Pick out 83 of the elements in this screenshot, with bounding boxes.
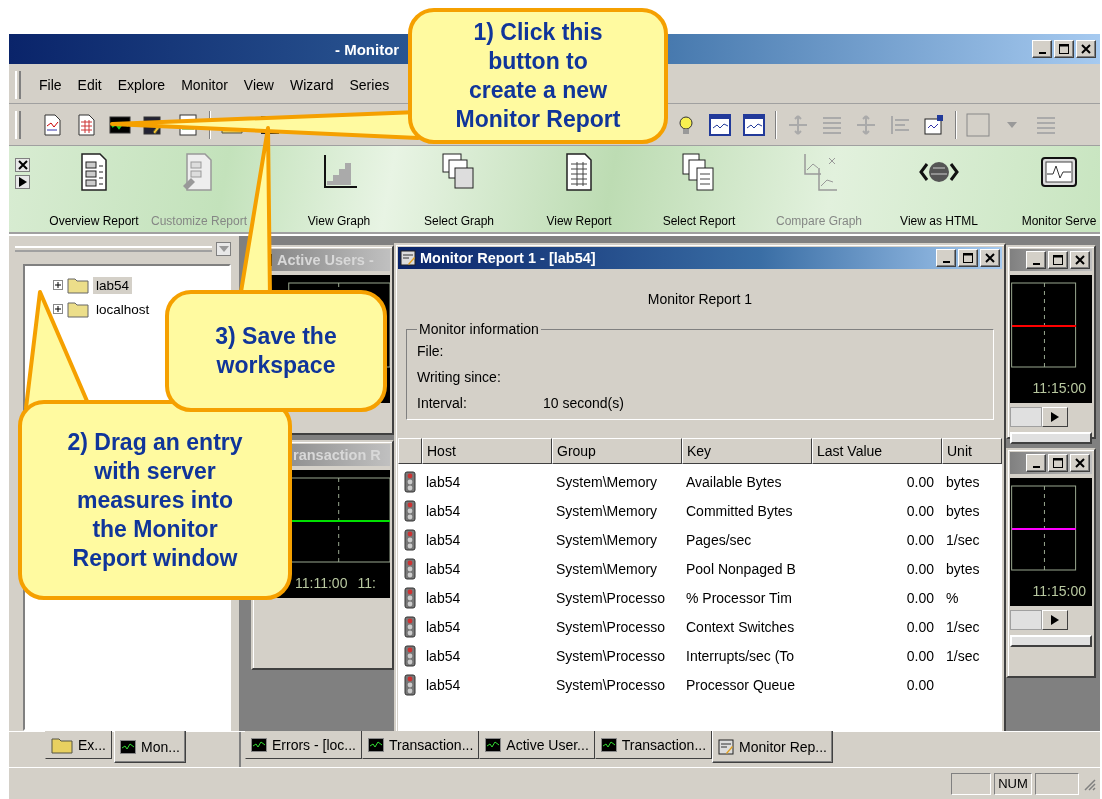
table-cell-text: Pages/sec [685,530,753,550]
table-cell-text: lab54 [425,675,462,695]
action-button[interactable]: View as HTML [879,146,999,232]
table-cell-text: System\Memory [555,530,659,550]
menu-item[interactable]: View [235,76,282,93]
table-cell-text: 0.00 [905,559,935,579]
table-cell-text: System\Memory [555,501,659,521]
window-title: Monitor Report 1 - [lab54] [420,250,596,266]
action-button[interactable]: Select Graph [399,146,519,232]
column-header[interactable]: Host [422,438,552,464]
menu-item[interactable]: Explore [109,76,174,93]
table-cell-text: lab54 [425,588,462,608]
column-header[interactable]: Group [552,438,682,464]
table-cell-text: lab54 [425,646,462,666]
table-cell-text: 0.00 [905,530,935,550]
table-cell-text: 1/sec [945,617,981,637]
window-tab[interactable]: Active User... [479,731,595,759]
group-label: Monitor information [418,321,540,337]
time-label: 11: [357,575,376,591]
table-cell-text: 1/sec [945,530,981,550]
table-cell-text: 0.00 [905,501,935,521]
table-cell-text: lab54 [425,617,462,637]
column-header[interactable]: Unit [942,438,1002,464]
table-cell-text: lab54 [425,501,462,521]
table-cell-text: Pool Nonpaged B [685,559,797,579]
panel-tab[interactable]: Mon... [114,731,186,763]
callout: 1) Click this button to create a new Monitor Report [408,8,668,144]
table-cell-text: lab54 [425,559,462,579]
window-tab[interactable]: Monitor Rep... [712,731,833,763]
menu-item[interactable]: Edit [69,76,110,93]
table-cell-text: bytes [945,501,981,521]
table-cell-text: % Processor Tim [685,588,793,608]
column-header[interactable]: Last Value [812,438,942,464]
menu-item[interactable]: Wizard [281,76,342,93]
table-cell-text: 0.00 [905,588,935,608]
report-heading: Monitor Report 1 [646,290,754,309]
field-value: 10 second(s) [543,395,624,411]
table-cell-text: % [945,588,960,608]
menu-item[interactable]: Monitor [173,76,236,93]
table-cell-text: 1/sec [945,646,981,666]
action-button[interactable]: View Graph [279,146,399,232]
table-cell-text: System\Processo [555,675,666,695]
time-label: 11:15:00 [1032,380,1086,396]
action-button[interactable]: Monitor Serve [999,146,1100,232]
table-cell-text: lab54 [425,530,462,550]
window-tab[interactable]: Transaction... [362,731,480,759]
window-title: - Monitor [335,40,400,58]
time-label: 11:11:00 [295,575,348,591]
action-button[interactable]: Overview Report [39,146,149,232]
table-cell-text: System\Memory [555,559,659,579]
callout: 2) Drag an entry with server measures into the Monitor Report window [18,400,292,600]
action-button[interactable]: View Report [519,146,639,232]
table-cell-text: 0.00 [905,646,935,666]
menu-item[interactable]: Series [341,76,398,93]
field-label: Interval: [417,395,468,411]
time-label: 11:15:00 [1032,583,1086,599]
window-tab[interactable]: Transaction... [594,731,713,759]
table-cell-text: 0.00 [905,675,935,695]
table-cell-text: bytes [945,472,981,492]
table-cell-text: Context Switches [685,617,796,637]
table-cell-text: System\Memory [555,472,659,492]
table-cell-text: bytes [945,559,981,579]
callout: 3) Save the workspace [165,290,387,412]
tree-item[interactable]: lab54 [93,276,133,294]
window-tab[interactable]: Errors - [loc... [245,731,362,759]
table-cell-text: 0.00 [905,472,935,492]
table-cell-text: System\Processo [555,646,666,666]
action-button[interactable]: Select Report [639,146,759,232]
field-label: Writing since: [417,369,502,385]
table-cell-text: 0.00 [905,617,935,637]
table-cell-text: Interrupts/sec (To [685,646,796,666]
status-indicator: NUM [994,772,1032,795]
field-label: File: [417,343,445,359]
table-cell-text: System\Processo [555,588,666,608]
column-header[interactable]: Key [682,438,812,464]
menu-item[interactable]: File [31,76,70,93]
table-cell-text: Processor Queue [685,675,796,695]
table-cell-text: lab54 [425,472,462,492]
panel-tab[interactable]: Ex... [45,731,112,759]
table-cell-text: Committed Bytes [685,501,794,521]
tree-item[interactable]: localhost [93,300,153,318]
table-cell-text: Available Bytes [685,472,783,492]
table-cell-text: System\Processo [555,617,666,637]
